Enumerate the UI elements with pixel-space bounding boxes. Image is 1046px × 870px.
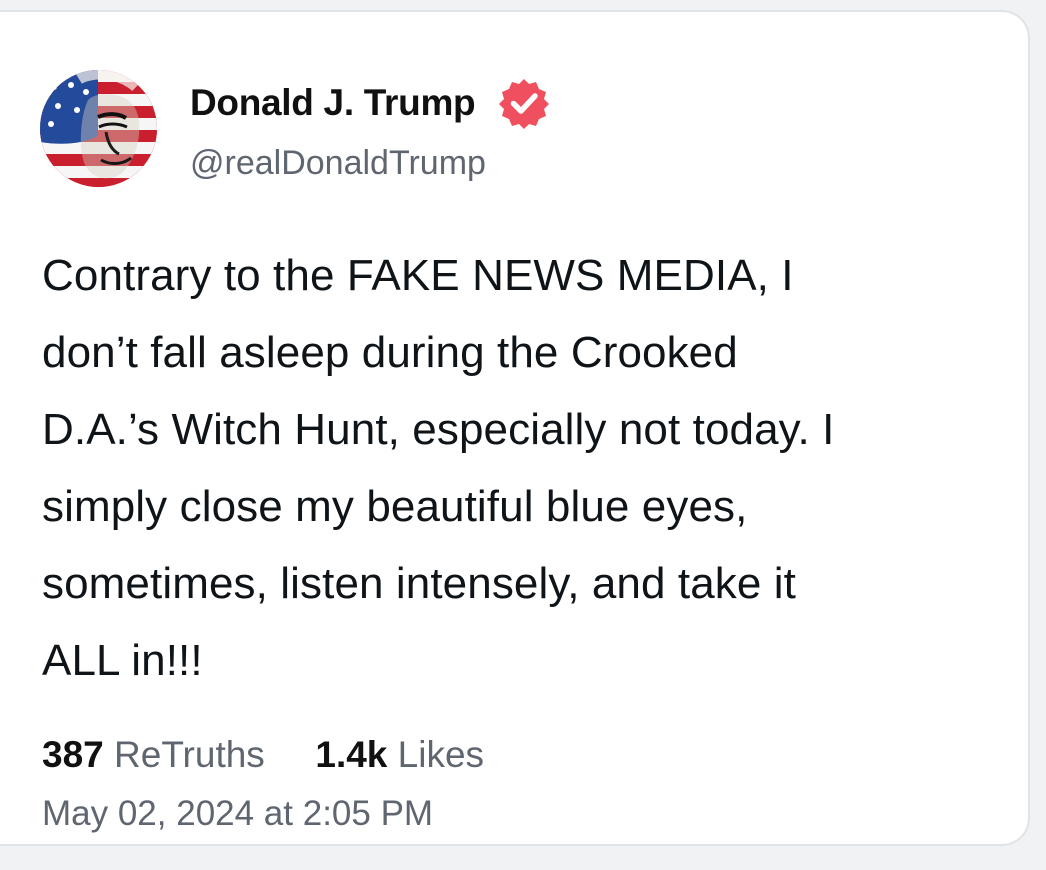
post-stats: 387 ReTruths 1.4k Likes bbox=[42, 734, 484, 776]
post-text-line: simply close my beautiful blue eyes, bbox=[42, 482, 748, 531]
post-card[interactable]: Donald J. Trump @realDonaldTrump Contrar… bbox=[0, 10, 1030, 846]
post-text-line: D.A.’s Witch Hunt, especially not today.… bbox=[42, 405, 835, 454]
likes-label[interactable]: Likes bbox=[398, 734, 484, 775]
post-text-line: ALL in!!! bbox=[42, 636, 203, 685]
post-text-line: Contrary to the FAKE NEWS MEDIA, I bbox=[42, 251, 794, 300]
author-handle[interactable]: @realDonaldTrump bbox=[190, 144, 486, 183]
post-timestamp: May 02, 2024 at 2:05 PM bbox=[42, 794, 434, 833]
retruths-count[interactable]: 387 bbox=[42, 734, 104, 775]
likes-count[interactable]: 1.4k bbox=[315, 734, 387, 775]
verified-badge-icon bbox=[499, 79, 549, 129]
post-text-line: sometimes, listen intensely, and take it bbox=[42, 559, 796, 608]
post-text-line: don’t fall asleep during the Crooked bbox=[42, 328, 738, 377]
page: Donald J. Trump @realDonaldTrump Contrar… bbox=[0, 0, 1046, 870]
avatar[interactable] bbox=[40, 70, 157, 187]
post-text: Contrary to the FAKE NEWS MEDIA, I don’t… bbox=[42, 237, 1002, 699]
author-name[interactable]: Donald J. Trump bbox=[190, 82, 476, 124]
retruths-label[interactable]: ReTruths bbox=[114, 734, 265, 775]
flag-portrait-avatar-icon bbox=[40, 70, 157, 187]
